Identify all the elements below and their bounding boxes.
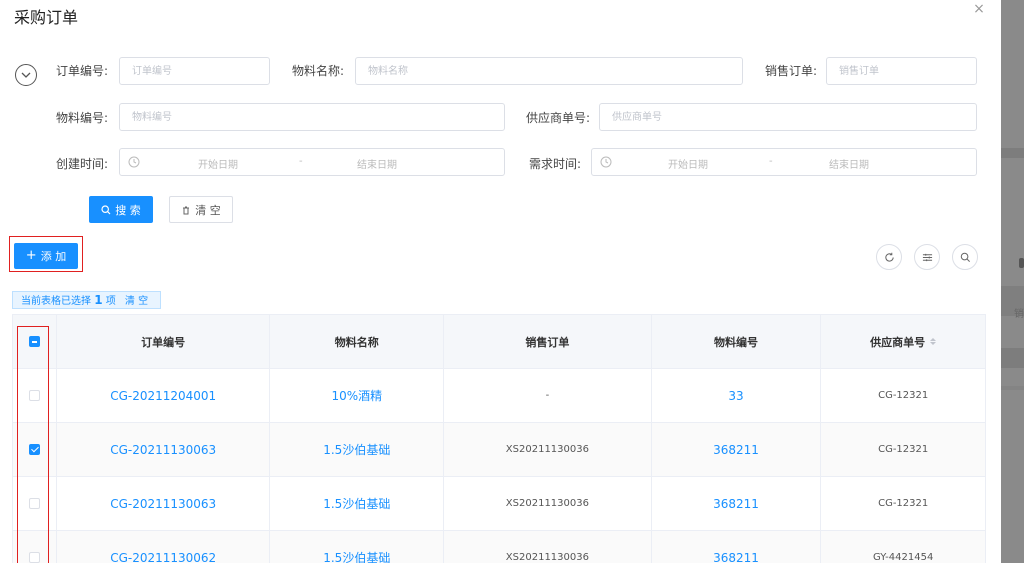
backdrop-edge-mark: [1019, 258, 1024, 268]
sales-order-value: XS20211130036: [444, 531, 652, 563]
order-no-label: 订单编号:: [56, 64, 109, 78]
created-time-range[interactable]: 开始日期 - 结束日期: [119, 148, 505, 176]
search-icon: [101, 204, 111, 214]
table-row: CG-20211204001 10%酒精 - 33 CG-12321: [13, 369, 985, 423]
column-header-supplier-no[interactable]: 供应商单号: [821, 315, 985, 368]
material-no-input[interactable]: [119, 103, 505, 131]
dialog-title: 采购订单: [14, 8, 79, 27]
column-settings-button[interactable]: [914, 244, 940, 270]
close-icon[interactable]: ×: [972, 2, 986, 16]
material-no-link[interactable]: 33: [652, 369, 822, 422]
table-header-row: 订单编号 物料名称 销售订单 物料编号 供应商单号: [13, 315, 985, 369]
selection-info-bar: 当前表格已选择 1 项 清 空: [12, 291, 161, 309]
refresh-icon: [884, 252, 894, 262]
order-no-link[interactable]: CG-20211130063: [57, 423, 271, 476]
add-button-label: 添 加: [40, 250, 67, 263]
sales-order-value: XS20211130036: [444, 477, 652, 530]
column-header-material-name: 物料名称: [270, 315, 445, 368]
required-end-date[interactable]: 结束日期: [829, 156, 869, 171]
row-checkbox[interactable]: [28, 444, 40, 455]
row-checkbox[interactable]: [28, 498, 40, 509]
table-row: CG-20211130063 1.5沙伯基础 XS20211130036 368…: [13, 477, 985, 531]
supplier-no-input[interactable]: [599, 103, 977, 131]
backdrop-band: [1001, 348, 1024, 368]
material-no-label: 物料编号:: [56, 111, 109, 125]
sales-order-label: 销售订单:: [765, 64, 818, 78]
column-header-order-no: 订单编号: [57, 315, 271, 368]
clear-button[interactable]: 清 空: [169, 196, 233, 223]
material-name-link[interactable]: 1.5沙伯基础: [270, 423, 445, 476]
select-all-checkbox[interactable]: [28, 336, 40, 347]
created-end-date[interactable]: 结束日期: [357, 156, 397, 171]
selection-prefix: 当前表格已选择: [21, 296, 91, 307]
add-button[interactable]: + 添 加: [14, 243, 78, 269]
modal-backdrop[interactable]: 销: [1001, 0, 1024, 563]
supplier-no-value: CG-12321: [878, 444, 929, 455]
purchase-order-dialog: 采购订单 × 订单编号: 物料名称: 销售订单: 物料编号: 供应商单号: 创建…: [0, 0, 1001, 563]
material-name-label: 物料名称:: [292, 64, 345, 78]
chevron-down-icon: [21, 72, 31, 78]
selection-clear-link[interactable]: 清 空: [125, 296, 148, 307]
search-icon: [960, 252, 970, 262]
clock-icon: [128, 156, 140, 168]
supplier-no-value: CG-12321: [878, 498, 929, 509]
sales-order-value: -: [444, 369, 652, 422]
material-name-link[interactable]: 10%酒精: [270, 369, 445, 422]
column-header-supplier-no-label: 供应商单号: [870, 335, 926, 349]
order-no-input[interactable]: [119, 57, 270, 85]
plus-icon: +: [25, 248, 37, 263]
select-all-cell: [13, 315, 57, 368]
order-no-link[interactable]: CG-20211130063: [57, 477, 271, 530]
sales-order-value: XS20211130036: [444, 423, 652, 476]
created-date-separator: -: [299, 156, 303, 167]
backdrop-band: [1001, 386, 1024, 390]
material-no-link[interactable]: 368211: [652, 477, 822, 530]
clear-button-label: 清 空: [195, 203, 221, 217]
search-button-label: 搜 索: [115, 203, 141, 217]
created-start-date[interactable]: 开始日期: [198, 156, 238, 171]
order-no-link[interactable]: CG-20211130062: [57, 531, 271, 563]
filter-settings-icon: [922, 253, 932, 261]
order-no-link[interactable]: CG-20211204001: [57, 369, 271, 422]
material-name-input[interactable]: [355, 57, 743, 85]
required-date-separator: -: [769, 156, 773, 167]
column-header-sales-order: 销售订单: [444, 315, 652, 368]
created-time-label: 创建时间:: [56, 157, 109, 171]
collapse-filters-button[interactable]: [15, 64, 37, 86]
row-checkbox[interactable]: [28, 390, 40, 401]
material-no-link[interactable]: 368211: [652, 423, 822, 476]
required-time-label: 需求时间:: [529, 157, 582, 171]
supplier-no-value: GY-4421454: [873, 552, 934, 563]
column-header-material-no: 物料编号: [652, 315, 822, 368]
purchase-order-table: 订单编号 物料名称 销售订单 物料编号 供应商单号 CG-20211204001…: [12, 314, 986, 563]
sales-order-input[interactable]: [826, 57, 977, 85]
selection-suffix: 项: [105, 296, 116, 307]
row-checkbox[interactable]: [28, 552, 40, 563]
material-name-link[interactable]: 1.5沙伯基础: [270, 477, 445, 530]
material-name-link[interactable]: 1.5沙伯基础: [270, 531, 445, 563]
supplier-no-label: 供应商单号:: [526, 111, 591, 125]
required-start-date[interactable]: 开始日期: [668, 156, 708, 171]
refresh-button[interactable]: [876, 244, 902, 270]
sort-icon[interactable]: [930, 338, 937, 345]
clock-icon: [600, 156, 612, 168]
material-no-link[interactable]: 368211: [652, 531, 822, 563]
backdrop-edge-text: 销: [1014, 309, 1024, 320]
selection-count: 1: [94, 293, 103, 307]
table-row: CG-20211130062 1.5沙伯基础 XS20211130036 368…: [13, 531, 985, 563]
supplier-no-value: CG-12321: [878, 390, 929, 401]
backdrop-band: [1001, 148, 1024, 158]
table-row: CG-20211130063 1.5沙伯基础 XS20211130036 368…: [13, 423, 985, 477]
required-time-range[interactable]: 开始日期 - 结束日期: [591, 148, 977, 176]
trash-icon: [183, 206, 190, 214]
search-button[interactable]: 搜 索: [89, 196, 153, 223]
toggle-search-button[interactable]: [952, 244, 978, 270]
